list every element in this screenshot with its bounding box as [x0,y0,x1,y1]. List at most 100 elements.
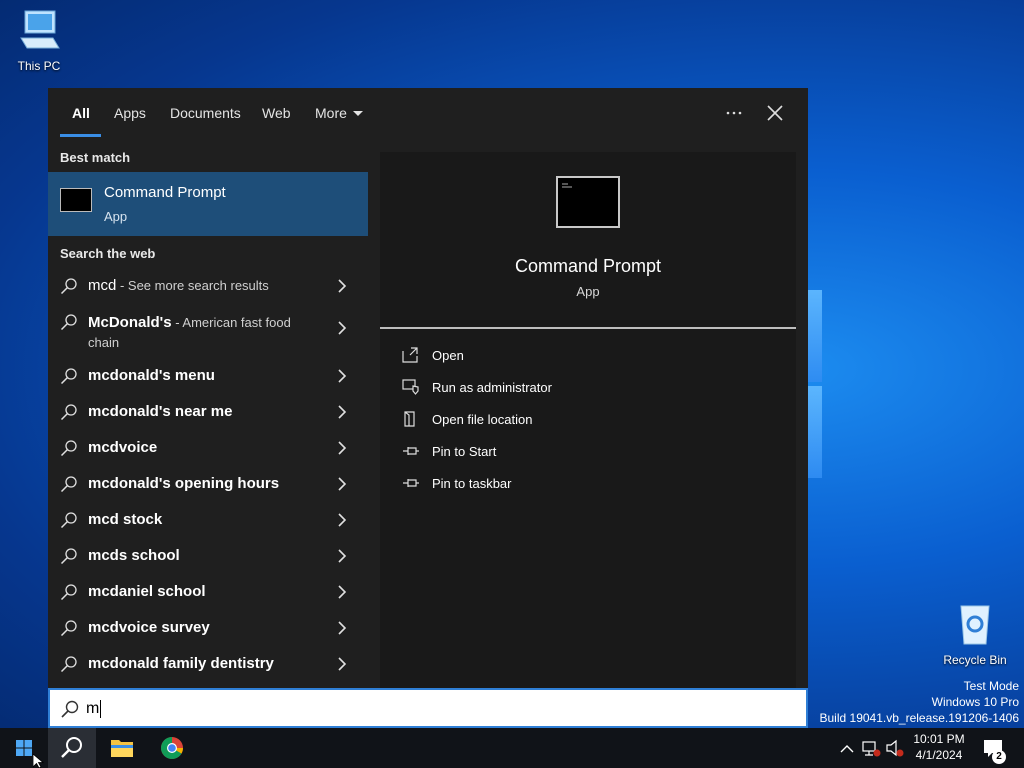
web-result-query: McDonald's [88,314,172,331]
web-result-row[interactable]: mcdaniel school [48,574,368,610]
search-web-heading: Search the web [60,246,156,261]
more-options-button[interactable] [721,102,747,126]
taskbar: 10:01 PM 4/1/2024 [0,728,1024,768]
web-result-text: mcd stock [88,511,162,528]
search-icon [60,620,77,637]
search-icon [61,737,82,758]
web-result-query: mcdonald's near me [88,403,233,420]
chevron-right-icon[interactable] [335,621,349,635]
clock-button[interactable]: 10:01 PM 4/1/2024 [900,731,978,763]
web-result-row[interactable]: mcdvoice [48,430,368,466]
best-match-item[interactable]: Command Prompt App [48,172,368,236]
web-result-query: mcds school [88,547,180,564]
test-mode-watermark: Test Mode Windows 10 Pro Build 19041.vb_… [819,679,1020,725]
command-prompt-icon [60,188,92,212]
web-result-row[interactable]: mcd - See more search results [48,268,368,304]
web-result-text: mcds school [88,547,180,564]
mouse-pointer-icon [33,754,45,768]
search-box[interactable] [48,688,808,728]
command-prompt-large-icon [556,176,620,228]
chevron-right-icon[interactable] [335,585,349,599]
web-result-query: mcdonald's menu [88,367,215,384]
web-result-query: mcdvoice survey [88,619,210,636]
web-result-description: - See more search results [116,278,269,293]
preview-pane: Command Prompt App Open Run as administr… [380,152,796,688]
search-icon [60,476,77,493]
search-icon [60,512,77,529]
web-result-text: mcdonald's menu [88,367,215,384]
search-icon [61,700,79,718]
web-result-text: mcdaniel school [88,583,206,600]
shield-icon [402,379,419,395]
preview-divider [380,327,796,329]
file-location-icon [404,411,415,427]
taskbar-search-button[interactable] [48,728,96,768]
chrome-button[interactable] [148,728,196,768]
chevron-right-icon[interactable] [335,279,349,293]
recycle-bin-icon [960,605,990,645]
open-icon [402,347,418,363]
web-result-row[interactable]: mcdonald's near me [48,394,368,430]
chevron-right-icon[interactable] [335,369,349,383]
folder-icon [111,740,133,757]
web-result-row[interactable]: mcdonald family dentistry [48,646,368,682]
web-result-row[interactable]: mcdonald's menu [48,358,368,394]
chevron-right-icon[interactable] [335,405,349,419]
tab-apps[interactable]: Apps [114,105,146,140]
web-result-row[interactable]: mcdvoice survey [48,610,368,646]
web-result-row[interactable]: mcds school [48,538,368,574]
best-match-title: Command Prompt [104,184,226,201]
chevron-down-icon [352,111,363,116]
close-button[interactable] [762,102,788,126]
search-input[interactable] [86,697,786,721]
chevron-right-icon[interactable] [335,549,349,563]
tab-web[interactable]: Web [262,105,291,140]
tab-more-label: More [315,105,347,121]
web-result-text: McDonald's - American fast food chain [88,313,318,353]
search-icon [60,314,77,331]
show-hidden-icons-button[interactable] [838,728,856,768]
tab-documents[interactable]: Documents [170,105,241,140]
tab-more[interactable]: More [315,105,363,140]
computer-icon [20,10,60,49]
network-button[interactable] [860,728,882,768]
web-result-row[interactable]: mcd stock [48,502,368,538]
this-pc-label: This PC [17,59,61,73]
search-icon [60,656,77,673]
chevron-right-icon[interactable] [335,321,349,335]
ellipsis-icon [726,111,742,115]
chevron-right-icon[interactable] [335,657,349,671]
web-result-text: mcdvoice [88,439,157,456]
recycle-bin-desktop-icon[interactable]: Recycle Bin [936,602,1014,667]
pin-icon [403,447,419,455]
preview-title: Command Prompt [514,256,662,276]
clock-time: 10:01 PM [913,732,965,746]
web-result-text: mcdonald's near me [88,403,232,420]
chevron-right-icon[interactable] [335,513,349,527]
chevron-right-icon[interactable] [335,441,349,455]
this-pc-desktop-icon[interactable]: This PC [0,8,78,73]
web-result-query: mcdaniel school [88,583,206,600]
file-explorer-button[interactable] [98,728,146,768]
web-result-text: mcdvoice survey [88,619,210,636]
best-match-subtitle: App [104,209,128,224]
web-result-query: mcd stock [88,511,163,528]
preview-subtitle: App [576,284,600,299]
notification-count-badge: 2 [992,750,1006,764]
close-icon [767,105,783,121]
chrome-icon [161,737,183,759]
chevron-right-icon[interactable] [335,477,349,491]
web-result-row[interactable]: McDonald's - American fast food chain [48,304,368,354]
search-icon [60,584,77,601]
search-icon [60,440,77,457]
pin-icon [403,479,419,487]
network-icon [862,741,881,757]
web-result-query: mcdonald family dentistry [88,655,274,672]
web-result-text: mcd - See more search results [88,277,269,294]
web-result-query: mcdvoice [88,439,158,456]
search-icon [60,278,77,295]
web-result-row[interactable]: mcdonald's opening hours [48,466,368,502]
search-icon [60,404,77,421]
chevron-up-icon [840,745,854,753]
text-cursor [100,700,101,718]
